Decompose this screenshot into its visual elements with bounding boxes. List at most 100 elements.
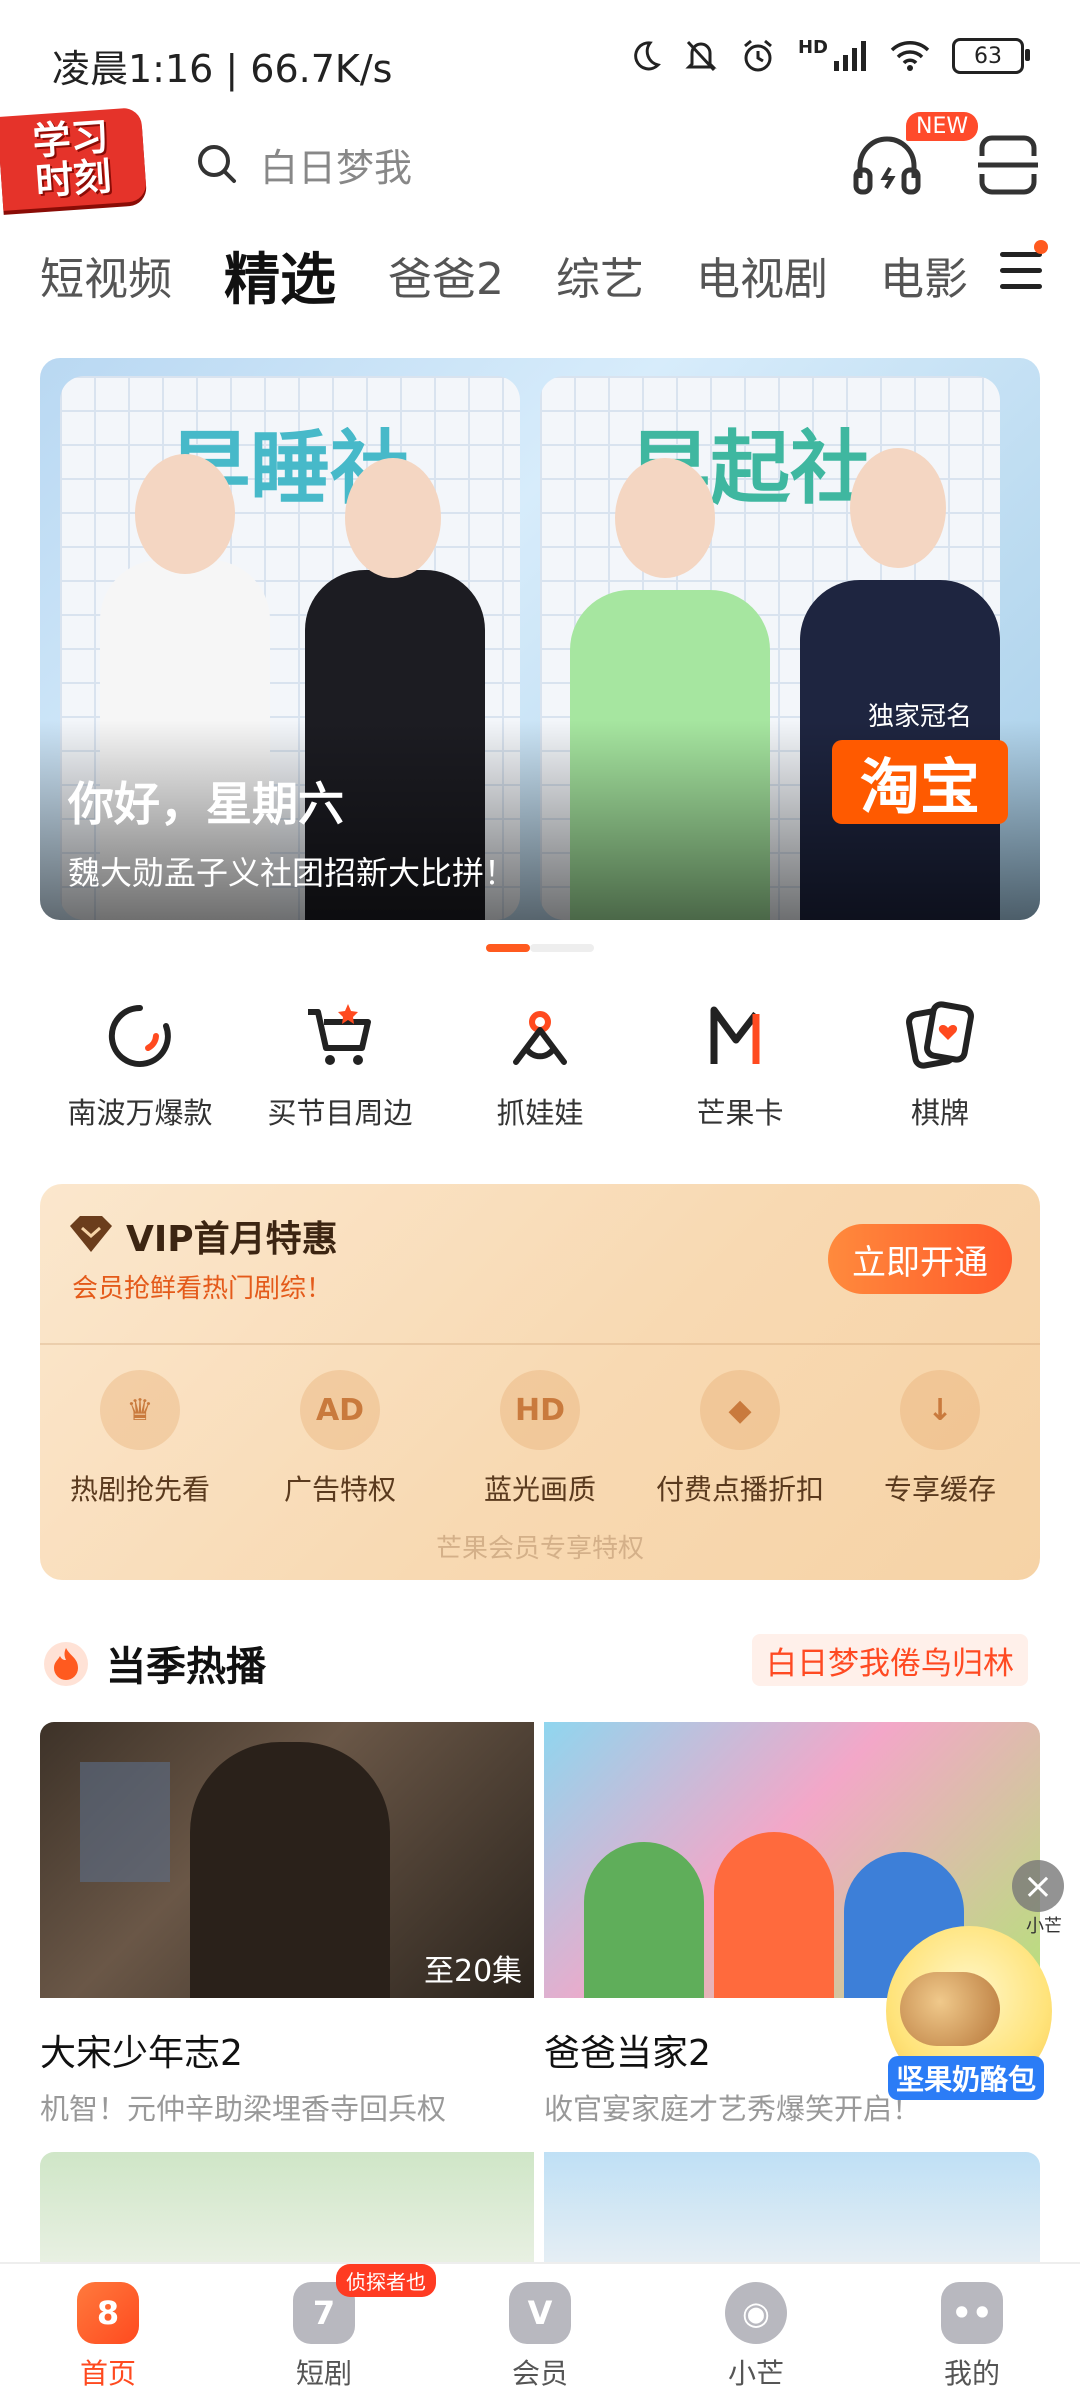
nav-label: 短剧 [295,2357,352,2390]
tab-tv-series[interactable]: 电视剧 [696,243,828,307]
vip-title: VIP首月特惠 [126,1219,338,1260]
nav-vip[interactable]: V 会员 [440,2264,640,2392]
nav-label: 小芒 [727,2357,784,2390]
vip-perk-label: 热剧抢先看 [69,1473,210,1506]
vip-perk-label: 付费点播折扣 [655,1473,824,1506]
vip-subtitle: 会员抢鲜看热门剧综！ [72,1274,333,1304]
nav-short-drama[interactable]: 7 侦探者也 短剧 [224,2264,436,2392]
bread-image [900,1972,1000,2046]
quick-entry-label: 棋牌 [910,1096,969,1130]
category-tabs: 短视频 精选 爸爸2 综艺 电视剧 电影 [40,240,1000,311]
nav-home[interactable]: 8 首页 [8,2264,208,2392]
quick-entry-claw[interactable]: 抓娃娃 [440,1000,640,1140]
status-time: 凌晨1:16 | 66.7K/s [52,47,393,91]
quick-entry-label: 抓娃娃 [496,1096,584,1130]
floating-ad-brand: 小芒 [1026,1916,1062,1937]
nav-mine[interactable]: •• 我的 [872,2264,1072,2392]
tab-short-video[interactable]: 短视频 [40,243,172,307]
mango-m-icon [710,1006,760,1064]
banner-person-3-head [615,458,715,578]
search-placeholder: 白日梦我 [260,145,413,190]
thumb-figure [190,1742,390,1998]
quick-entry-mango-card[interactable]: 芒果卡 [640,1000,840,1140]
profile-icon: •• [941,2282,1003,2344]
hd-icon: HD [500,1370,580,1450]
vip-divider [40,1343,1040,1345]
sofa-icon: ♛ [100,1370,180,1450]
thumb-kid-2 [714,1832,834,1998]
vip-perk-early-access[interactable]: ♛ 热剧抢先看 [40,1370,240,1508]
vip-diamond-icon [70,1216,112,1252]
wifi-icon [890,41,930,71]
tab-variety[interactable]: 综艺 [556,243,644,307]
tab-movie[interactable]: 电影 [880,243,968,307]
quick-entry-label: 买节目周边 [267,1096,413,1130]
tab-dad2[interactable]: 爸爸2 [388,243,504,307]
thumb-kid-1 [584,1842,704,1998]
banner-sponsor-logo: 淘宝 [832,740,1008,824]
banner-subtitle: 魏大勋孟子义社团招新大比拼！ [68,854,517,892]
nav-label: 会员 [511,2357,568,2390]
study-moment-logo[interactable]: 学习 时刻 [0,107,148,211]
xiaomang-icon: ◉ [725,2282,787,2344]
vip-perk-label: 专享缓存 [883,1473,996,1506]
vip-perks: ♛ 热剧抢先看 AD 广告特权 HD 蓝光画质 ◆ 付费点播折扣 ↓ 专享缓存 [40,1370,1040,1508]
alarm-icon [744,39,772,72]
moon-icon [634,41,661,71]
shopping-cart-icon [308,1004,371,1065]
nav-label: 首页 [79,2357,136,2390]
nav-xiaomang[interactable]: ◉ 小芒 [656,2264,856,2392]
search-bar[interactable]: 白日梦我 [196,132,816,196]
quick-entry-label: 南波万爆款 [67,1096,213,1130]
quick-entry-row: 南波万爆款 买节目周边 抓娃娃 芒果卡 棋牌 [40,1000,1040,1140]
floating-ad-label[interactable]: 坚果奶酪包 [888,2056,1045,2100]
hot-flame-icon [44,1642,88,1686]
carousel-dot [530,944,594,952]
card-thumbnail-row2-left[interactable] [40,2152,534,2262]
vip-perk-cache[interactable]: ↓ 专享缓存 [840,1370,1040,1508]
quick-entry-label: 芒果卡 [696,1096,784,1130]
quick-entry-chess[interactable]: 棋牌 [840,1000,1040,1140]
quick-entry-nanbowan[interactable]: 南波万爆款 [40,1000,240,1140]
mute-bell-icon [685,40,717,72]
card-thumbnail-row2-right[interactable] [544,2152,1040,2262]
status-bar: 凌晨1:16 | 66.7K/s HD 63 [0,0,1080,120]
card-title[interactable]: 大宋少年志2 [40,2024,243,2076]
carousel-indicator [486,944,594,952]
quick-entry-merch[interactable]: 买节目周边 [240,1000,440,1140]
home-icon: 8 [77,2282,139,2344]
status-icons: HD 63 [628,36,1030,74]
net-type-label: HD [797,36,828,58]
carousel-dot-active [486,944,530,952]
claw-machine-icon [513,1011,567,1065]
tag-icon: ◆ [700,1370,780,1450]
battery-level: 63 [974,43,1002,69]
section-tag[interactable]: 白日梦我倦鸟归林 [752,1634,1028,1686]
vip-perk-bluray[interactable]: HD 蓝光画质 [440,1370,640,1508]
nav-badge: 侦探者也 [336,2264,436,2297]
banner-person-4-head [850,448,946,568]
card-subtitle: 收官宴家庭才艺秀爆笑开启！ [544,2092,922,2126]
vip-perk-label: 广告特权 [283,1473,396,1506]
vip-footer: 芒果会员专享特权 [435,1534,644,1564]
close-icon[interactable]: × [1012,1860,1064,1912]
scan-icon[interactable] [976,134,1040,196]
hero-banner[interactable]: 早睡社 早起社 [40,358,1040,920]
tab-featured[interactable]: 精选 [224,240,336,311]
vip-perk-no-ads[interactable]: AD 广告特权 [240,1370,440,1508]
thumb-window [80,1762,170,1882]
tab-menu-icon[interactable] [1000,252,1042,292]
banner-sponsor-label: 独家冠名 [868,702,973,732]
circle-swoosh-icon [108,1004,171,1067]
banner-title: 你好，星期六 [68,777,344,831]
vip-perk-discount[interactable]: ◆ 付费点播折扣 [640,1370,840,1508]
logo-line2: 时刻 [33,154,113,204]
battery-icon: 63 [952,38,1030,74]
cards-icon [906,1001,974,1069]
vip-open-button[interactable]: 立即开通 [828,1224,1012,1294]
nav-label: 我的 [943,2357,1000,2390]
signal-icon [834,41,866,71]
card-title[interactable]: 爸爸当家2 [544,2024,711,2076]
ad-icon: AD [300,1370,380,1450]
new-badge: NEW [906,112,979,141]
